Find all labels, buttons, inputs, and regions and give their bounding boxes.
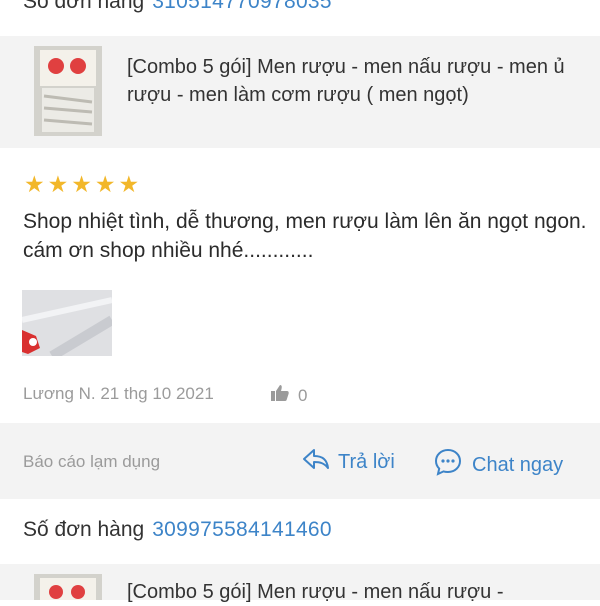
product-thumbnail	[34, 46, 102, 136]
product-card[interactable]: [Combo 5 gói] Men rượu - men nấu rượu -	[0, 564, 600, 603]
star-icon: ★	[47, 171, 69, 197]
order-number[interactable]: 309975584141460	[152, 518, 332, 541]
report-abuse-link[interactable]: Báo cáo lạm dụng	[23, 452, 160, 472]
author-date: Lương N. 21 thg 10 2021	[23, 384, 214, 403]
product-card[interactable]: [Combo 5 gói] Men rượu - men nấu rượu - …	[0, 36, 600, 148]
reply-label: Trả lời	[338, 450, 395, 473]
thumbs-up-icon	[270, 384, 290, 407]
chat-bubble-icon	[434, 448, 462, 482]
order-info: Số đơn hàng 309975584141460	[23, 518, 332, 542]
review-photo[interactable]	[22, 290, 112, 356]
product-title[interactable]: [Combo 5 gói] Men rượu - men nấu rượu - …	[127, 53, 577, 109]
order-label: Số đơn hàng	[23, 518, 145, 541]
star-icon: ★	[71, 171, 92, 197]
star-icon: ★	[24, 171, 45, 197]
reply-button[interactable]: Trả lời	[302, 448, 395, 476]
chat-label: Chat ngay	[472, 453, 564, 476]
like-count: 0	[298, 385, 308, 405]
order-row-1: Số đơn hàng 310514770978035	[0, 0, 600, 24]
order-label: Số đơn hàng	[23, 0, 145, 13]
order-number[interactable]: 310514770978035	[152, 0, 332, 13]
product-thumbnail	[34, 574, 102, 600]
reply-icon	[302, 448, 330, 476]
chat-now-button[interactable]: Chat ngay	[434, 448, 563, 482]
like-button[interactable]: 0	[270, 384, 307, 407]
product-title[interactable]: [Combo 5 gói] Men rượu - men nấu rượu -	[127, 578, 577, 606]
order-row-2: Số đơn hàng 309975584141460	[0, 508, 600, 552]
star-icon: ★	[94, 171, 116, 197]
star-icon: ★	[118, 171, 140, 197]
rating-stars: ★ ★ ★ ★ ★	[24, 172, 139, 196]
review-text: Shop nhiệt tình, dễ thương, men rượu làm…	[23, 210, 587, 262]
order-info: Số đơn hàng 310514770978035	[23, 0, 332, 14]
